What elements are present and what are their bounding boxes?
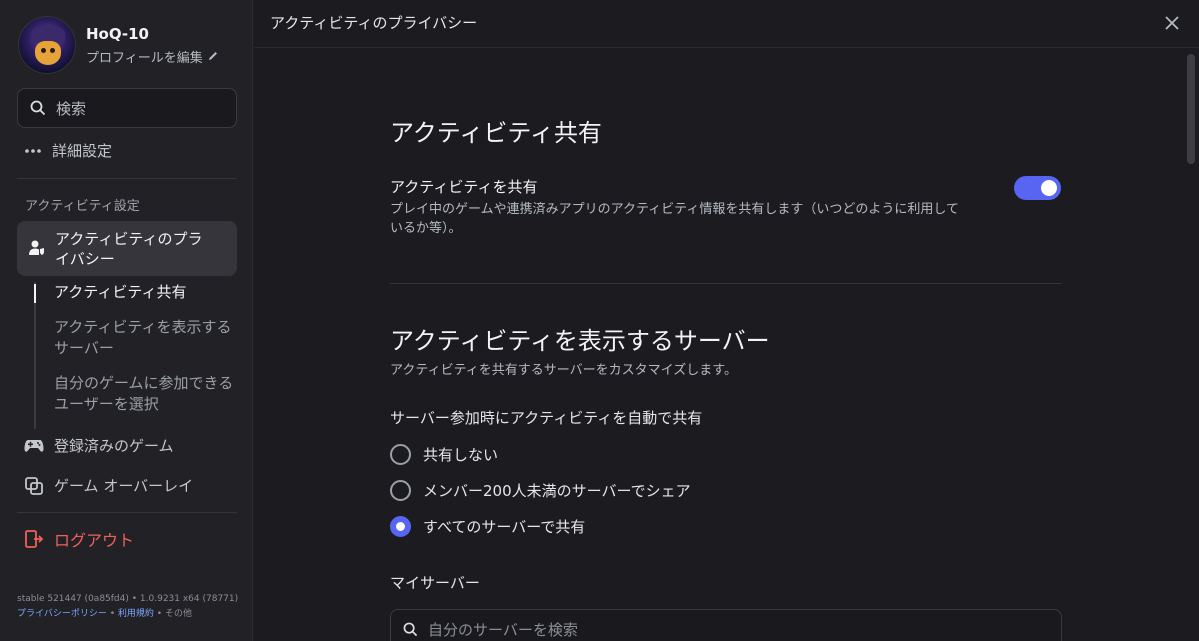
radio-option-none[interactable]: 共有しない (390, 444, 498, 465)
radio-circle[interactable] (390, 444, 411, 465)
build-info: stable 521447 (0a85fd4) • 1.0.9231 x64 (… (17, 594, 239, 604)
scrollbar[interactable] (1187, 52, 1195, 641)
section-label: アクティビティ設定 (25, 199, 140, 214)
section-title-activity-servers: アクティビティを表示するサーバー (390, 327, 770, 355)
logout-icon (25, 530, 44, 548)
gamepad-icon (24, 439, 44, 452)
sidebar-item-label: アクティビティのプライバシー (55, 230, 203, 268)
search-icon (403, 622, 418, 636)
registered-games-label: 登録済みのゲーム (54, 437, 174, 455)
advanced-settings-label: 詳細設定 (52, 142, 113, 160)
radio-label: メンバー200人未満のサーバーでシェア (423, 482, 691, 500)
close-icon[interactable] (1161, 12, 1183, 34)
sidebar-item-game-overlay[interactable]: ゲーム オーバーレイ (24, 475, 193, 496)
main-panel: アクティビティのプライバシー アクティビティ共有 アクティビティを共有 プレイ中… (254, 0, 1199, 641)
sidebar: HoQ-10 プロフィールを編集 検索 詳細設定 アクティビティ設定 アクティビ… (0, 0, 253, 641)
server-search-input[interactable]: 自分のサーバーを検索 (390, 609, 1062, 641)
advanced-settings[interactable]: 詳細設定 (24, 140, 112, 161)
sidebar-item-activity-privacy[interactable]: アクティビティのプライバシー (17, 221, 237, 276)
toggle-knob (1041, 180, 1057, 196)
edit-profile-label: プロフィールを編集 (86, 50, 203, 66)
radio-circle[interactable] (390, 480, 411, 501)
avatar[interactable] (18, 16, 76, 74)
pencil-icon (208, 52, 217, 60)
section-divider (390, 283, 1062, 284)
subnav: アクティビティ共有 アクティビティを表示するサーバー 自分のゲームに参加できるユ… (34, 282, 234, 429)
sidebar-search[interactable]: 検索 (17, 88, 237, 128)
sidebar-footer: stable 521447 (0a85fd4) • 1.0.9231 x64 (… (17, 594, 239, 619)
server-search-placeholder: 自分のサーバーを検索 (428, 620, 578, 639)
my-servers-label: マイサーバー (390, 574, 480, 592)
user-shield-icon (29, 240, 44, 255)
terms-link[interactable]: 利用規約 (118, 609, 154, 619)
share-activity-title: アクティビティを共有 (390, 178, 538, 196)
divider (17, 512, 237, 513)
logout-button[interactable]: ログアウト (24, 527, 134, 551)
radio-label: 共有しない (423, 446, 499, 464)
logout-label: ログアウト (54, 531, 135, 550)
more-icon (25, 148, 41, 153)
subnav-item-activity-servers[interactable]: アクティビティを表示するサーバー (36, 317, 234, 359)
profile-header[interactable]: HoQ-10 プロフィールを編集 (18, 16, 219, 74)
scrollbar-thumb[interactable] (1187, 54, 1195, 164)
radio-option-small-servers[interactable]: メンバー200人未満のサーバーでシェア (390, 480, 691, 501)
subnav-item-join-permissions[interactable]: 自分のゲームに参加できるユーザーを選択 (36, 373, 234, 415)
section-title-activity-sharing: アクティビティ共有 (390, 119, 602, 147)
search-label: 検索 (56, 99, 87, 118)
game-overlay-label: ゲーム オーバーレイ (54, 477, 194, 495)
radio-circle-selected[interactable] (390, 516, 411, 537)
radio-option-all-servers[interactable]: すべてのサーバーで共有 (390, 516, 585, 537)
share-activity-toggle[interactable] (1014, 176, 1061, 200)
page-title: アクティビティのプライバシー (270, 14, 478, 32)
share-activity-description: プレイ中のゲームや連携済みアプリのアクティビティ情報を共有します（いつどのように… (390, 202, 960, 236)
radio-label: すべてのサーバーで共有 (423, 518, 586, 536)
other-link[interactable]: その他 (165, 609, 192, 619)
section-description: アクティビティを共有するサーバーをカスタマイズします。 (390, 363, 737, 378)
sidebar-item-registered-games[interactable]: 登録済みのゲーム (24, 435, 174, 456)
overlay-icon (25, 476, 43, 495)
topbar: アクティビティのプライバシー (254, 0, 1199, 48)
subnav-item-activity-sharing[interactable]: アクティビティ共有 (34, 282, 234, 303)
username: HoQ-10 (86, 24, 149, 43)
edit-profile-link[interactable]: プロフィールを編集 (86, 47, 219, 66)
privacy-policy-link[interactable]: プライバシーポリシー (17, 609, 107, 619)
divider (17, 178, 237, 179)
auto-share-label: サーバー参加時にアクティビティを自動で共有 (390, 409, 703, 427)
search-icon (30, 100, 46, 116)
